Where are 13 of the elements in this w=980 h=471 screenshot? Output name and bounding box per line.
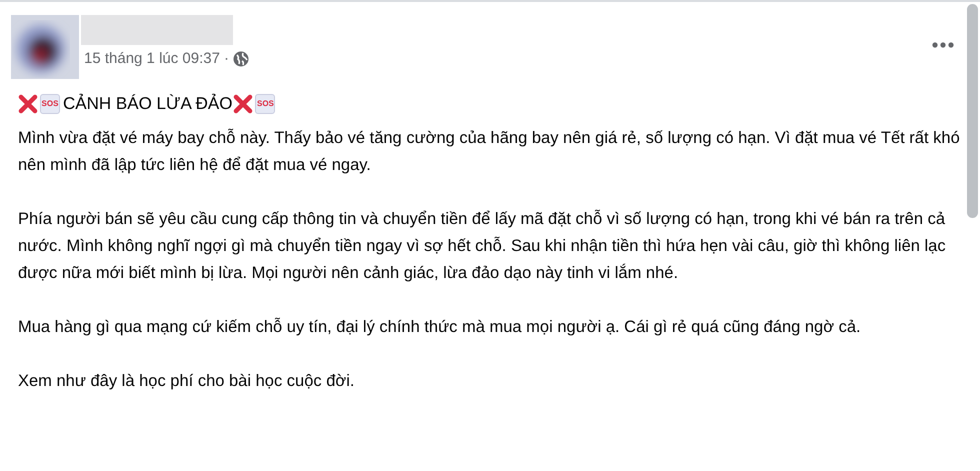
sos-icon: SOS xyxy=(255,94,276,114)
post-paragraph: Phía người bán sẽ yêu cầu cung cấp thông tin và chuyển tiền để lấy mã đặt chỗ vì số lượng có hạn, trong khi vé bán ra trên cả nước. Mình không nghĩ ngợi gì mà chuyển tiền ngay vì sợ hết chỗ. Sau khi nhận tiền thì hứa hẹn vài câu, giờ thì không liên lạc được nữa mới biết mình bị lừa. Mọi người nên cảnh giác, lừa đảo dạo này tinh vi lắm nhé. xyxy=(18,208,947,284)
sos-icon: SOS xyxy=(40,94,60,114)
post-paragraph: Mình vừa đặt vé máy bay chỗ này. Thấy bảo vé tăng cường của hãng bay nên giá rẻ, số lượng có hạn. Vì đặt mua vé Tết rất khó nên mình đã lập tức liên hệ để đặt mua vé ngay. xyxy=(18,128,961,176)
post-timestamp[interactable]: 15 tháng 1 lúc 09:37 xyxy=(84,48,220,70)
post-paragraph: Mua hàng gì qua mạng cứ kiếm chỗ uy tín, đại lý chính thức mà mua mọi người ạ. Cái gì rẻ quá cũng đáng ngờ cả. xyxy=(18,316,862,338)
post-heading: CẢNH BÁO LỪA ĐẢO xyxy=(63,92,232,115)
separator-dot: · xyxy=(224,49,229,69)
more-options-icon[interactable] xyxy=(932,42,954,48)
post-paragraph: Xem như đây là học phí cho bài học cuộc đời. xyxy=(18,370,356,392)
cross-icon xyxy=(18,94,38,114)
globe-icon xyxy=(232,51,249,68)
cross-icon xyxy=(233,94,254,114)
